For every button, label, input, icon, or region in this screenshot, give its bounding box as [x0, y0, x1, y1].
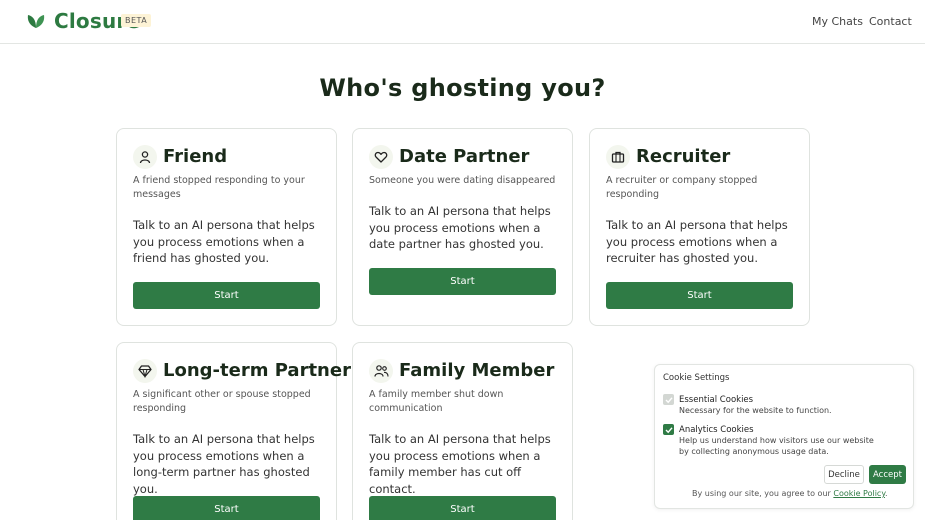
- card-title: Long-term Partner: [163, 360, 351, 381]
- nav-my-chats[interactable]: My Chats: [812, 15, 863, 28]
- accept-button[interactable]: Accept: [869, 465, 906, 484]
- card-description: Talk to an AI persona that helps you pro…: [606, 218, 788, 265]
- analytics-cookies-desc: Help us understand how visitors use our …: [679, 436, 874, 456]
- card-friend: Friend A friend stopped responding to yo…: [116, 128, 337, 326]
- diamond-icon: [133, 359, 157, 383]
- card-description: Talk to an AI persona that helps you pro…: [133, 218, 315, 265]
- card-family-member: Family Member A family member shut down …: [352, 342, 573, 520]
- card-subtitle: A friend stopped responding to your mess…: [133, 175, 305, 200]
- card-subtitle: A family member shut down communication: [369, 389, 504, 414]
- essential-cookies-desc: Necessary for the website to function.: [679, 406, 832, 415]
- analytics-cookies-label: Analytics Cookies: [679, 425, 754, 435]
- cookie-footer-end: .: [884, 489, 888, 498]
- card-long-term-partner: Long-term Partner A significant other or…: [116, 342, 351, 520]
- page-title: Who's ghosting you?: [319, 74, 606, 102]
- card-subtitle: A recruiter or company stopped respondin…: [606, 175, 758, 200]
- card-title: Family Member: [399, 360, 555, 381]
- top-header: Closure BETA My Chats Contact: [0, 0, 925, 44]
- card-subtitle: A significant other or spouse stopped re…: [133, 389, 311, 414]
- start-button[interactable]: Start: [133, 496, 320, 520]
- card-description: Talk to an AI persona that helps you pro…: [369, 204, 551, 251]
- nav-contact[interactable]: Contact: [869, 15, 912, 28]
- decline-button[interactable]: Decline: [824, 465, 864, 484]
- start-button[interactable]: Start: [133, 282, 320, 309]
- heart-icon: [369, 145, 393, 169]
- card-subtitle: Someone you were dating disappeared: [369, 175, 556, 186]
- card-description: Talk to an AI persona that helps you pro…: [369, 432, 551, 496]
- card-title: Date Partner: [399, 146, 530, 167]
- cookie-footer: By using our site, you agree to our Cook…: [692, 489, 887, 498]
- briefcase-icon: [606, 145, 630, 169]
- essential-cookies-checkbox: [663, 394, 674, 405]
- start-button[interactable]: Start: [369, 496, 556, 520]
- card-recruiter: Recruiter A recruiter or company stopped…: [589, 128, 810, 326]
- card-description: Talk to an AI persona that helps you pro…: [133, 432, 315, 496]
- cookie-policy-link[interactable]: Cookie Policy: [833, 489, 885, 498]
- person-icon: [133, 145, 157, 169]
- card-title: Friend: [163, 146, 228, 167]
- beta-badge: BETA: [121, 14, 152, 27]
- cookie-settings-title: Cookie Settings: [663, 373, 730, 383]
- analytics-cookies-checkbox[interactable]: [663, 424, 674, 435]
- start-button[interactable]: Start: [606, 282, 793, 309]
- cookie-settings-panel: Cookie Settings Essential Cookies Necess…: [654, 364, 914, 509]
- essential-cookies-label: Essential Cookies: [679, 395, 754, 405]
- card-title: Recruiter: [636, 146, 731, 167]
- cookie-footer-text: By using our site, you agree to our: [692, 489, 831, 498]
- leaf-logo-icon: [27, 15, 45, 28]
- start-button[interactable]: Start: [369, 268, 556, 295]
- family-icon: [369, 359, 393, 383]
- card-date-partner: Date Partner Someone you were dating dis…: [352, 128, 573, 326]
